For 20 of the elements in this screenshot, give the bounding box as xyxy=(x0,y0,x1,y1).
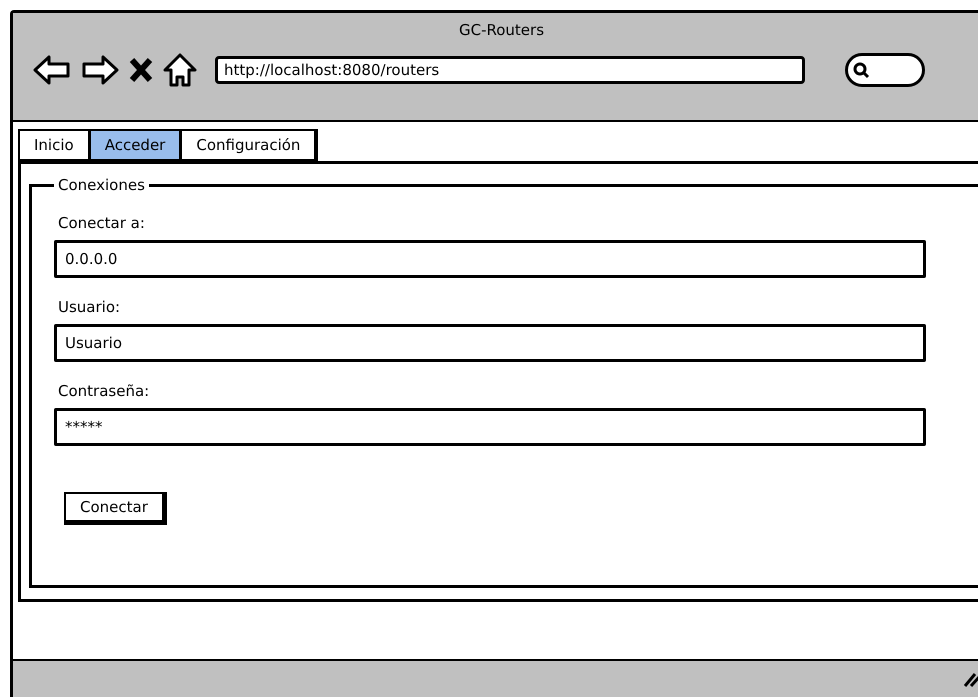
field-label: Usuario: xyxy=(58,298,120,316)
tab[interactable]: Inicio xyxy=(18,129,89,161)
address-bar[interactable]: http://localhost:8080/routers xyxy=(215,56,805,84)
field-label: Contraseña: xyxy=(58,382,150,400)
forward-icon[interactable] xyxy=(81,54,119,86)
search-icon xyxy=(852,61,870,79)
close-icon[interactable] xyxy=(129,57,153,83)
input-field[interactable]: Usuario xyxy=(54,324,926,362)
back-icon[interactable] xyxy=(33,54,71,86)
input-field[interactable]: 0.0.0.0 xyxy=(54,240,926,278)
resize-grip-icon[interactable] xyxy=(963,671,978,687)
field-label: Conectar a: xyxy=(58,214,145,232)
tab[interactable]: Acceder xyxy=(88,129,180,161)
input-field[interactable]: ***** xyxy=(54,408,926,446)
group-title: Conexiones xyxy=(57,176,146,194)
home-icon[interactable] xyxy=(163,53,197,87)
search-field[interactable] xyxy=(845,53,925,87)
tab[interactable]: Configuración xyxy=(180,129,318,161)
connect-button[interactable]: Conectar xyxy=(64,492,167,525)
window-title: GC-Routers xyxy=(458,20,546,41)
